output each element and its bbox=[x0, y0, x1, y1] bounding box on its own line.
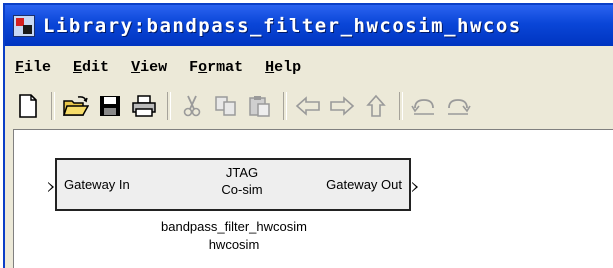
menu-bar: File Edit View Format Help bbox=[5, 50, 613, 84]
new-icon[interactable] bbox=[15, 93, 41, 119]
forward-icon bbox=[329, 93, 355, 119]
print-icon[interactable] bbox=[131, 93, 157, 119]
undo-icon bbox=[411, 93, 437, 119]
menu-file[interactable]: File bbox=[15, 59, 51, 76]
toolbar-separator bbox=[51, 92, 55, 120]
open-icon[interactable] bbox=[63, 93, 89, 119]
save-icon[interactable] bbox=[97, 93, 123, 119]
up-icon bbox=[363, 93, 389, 119]
gateway-out-label: Gateway Out bbox=[326, 177, 402, 192]
block-type-label: JTAG Co-sim bbox=[221, 165, 263, 197]
simulink-library-icon bbox=[13, 14, 35, 37]
back-icon bbox=[295, 93, 321, 119]
menu-help[interactable]: Help bbox=[265, 59, 301, 76]
copy-icon bbox=[213, 93, 239, 119]
toolbar-separator bbox=[283, 92, 287, 120]
toolbar-separator bbox=[399, 92, 403, 120]
cut-icon bbox=[179, 93, 205, 119]
paste-icon bbox=[247, 93, 273, 119]
model-canvas[interactable]: Gateway In JTAG Co-sim Gateway Out bandp… bbox=[13, 129, 613, 268]
window-title: Library:bandpass_filter_hwcosim_hwcos bbox=[43, 14, 522, 37]
redo-icon bbox=[445, 93, 471, 119]
title-bar[interactable]: Library:bandpass_filter_hwcosim_hwcos bbox=[5, 5, 613, 46]
menu-view[interactable]: View bbox=[131, 59, 167, 76]
jtag-cosim-block[interactable]: Gateway In JTAG Co-sim Gateway Out bbox=[55, 158, 411, 211]
menu-edit[interactable]: Edit bbox=[73, 59, 109, 76]
toolbar-separator bbox=[167, 92, 171, 120]
library-window: Library:bandpass_filter_hwcosim_hwcos Fi… bbox=[3, 3, 613, 268]
menu-format[interactable]: Format bbox=[189, 59, 243, 76]
block-name[interactable]: bandpass_filter_hwcosim hwcosim bbox=[104, 218, 364, 254]
gateway-in-label: Gateway In bbox=[64, 177, 130, 192]
toolbar bbox=[5, 87, 613, 125]
